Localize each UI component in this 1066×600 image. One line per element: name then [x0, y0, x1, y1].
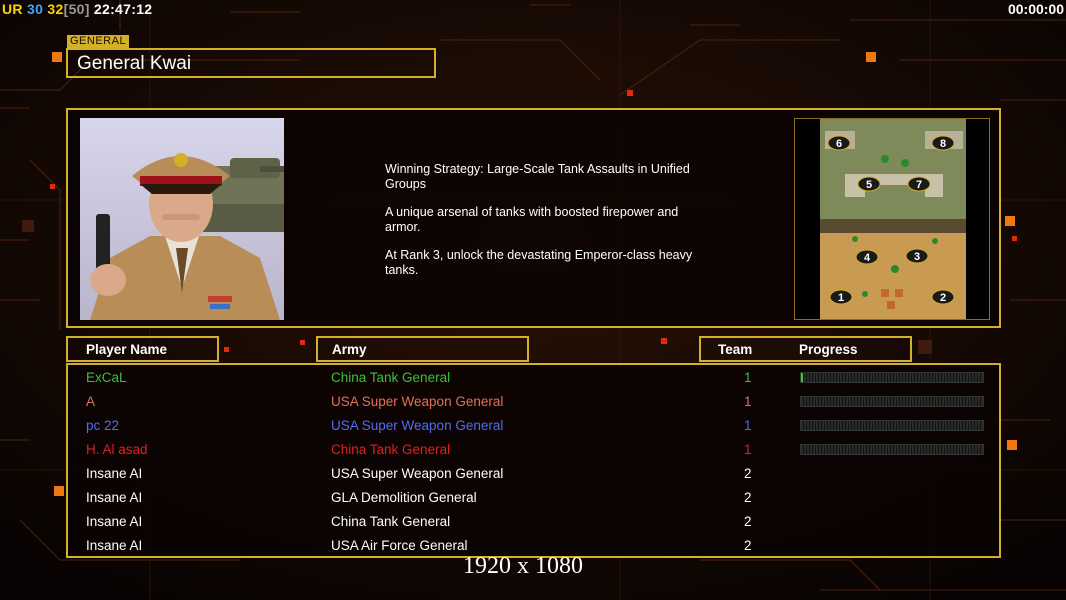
player-team: 1 [744, 442, 752, 457]
game-timer: 00:00:00 [1007, 1, 1064, 17]
player-army: USA Super Weapon General [331, 466, 504, 481]
general-portrait [80, 118, 284, 320]
fps-value: 30 [27, 1, 44, 17]
player-army: USA Air Force General [331, 538, 468, 553]
player-army: China Tank General [331, 370, 451, 385]
general-description: Winning Strategy: Large-Scale Tank Assau… [385, 162, 715, 291]
general-tag: GENERAL [67, 35, 130, 48]
header-player-name: Player Name [66, 336, 219, 362]
map-preview: 6 8 5 7 4 3 1 2 [794, 118, 990, 320]
player-name: pc 22 [86, 418, 120, 433]
progress-bar [800, 420, 984, 431]
progress-bar [800, 372, 984, 383]
player-name: Insane AI [86, 538, 143, 553]
player-army: China Tank General [331, 442, 451, 457]
description-rank: At Rank 3, unlock the devastating Empero… [385, 248, 693, 277]
clock: 22:47:12 [93, 1, 153, 17]
player-row: Insane AI USA Super Weapon General 2 [68, 464, 999, 488]
player-army: China Tank General [331, 514, 451, 529]
resolution-watermark: 1920 x 1080 [463, 553, 583, 579]
progress-fill [801, 373, 803, 382]
spawn-label: 2 [940, 292, 946, 304]
player-name: Insane AI [86, 514, 143, 529]
spawn-label: 7 [916, 179, 922, 191]
player-army: GLA Demolition General [331, 490, 477, 505]
player-name: Insane AI [86, 490, 143, 505]
player-row: pc 22 USA Super Weapon General 1 [68, 416, 999, 440]
player-team: 2 [744, 466, 752, 481]
player-army: USA Super Weapon General [331, 418, 504, 433]
fps-cap-max: [50] [63, 1, 90, 17]
player-row: H. Al asad China Tank General 1 [68, 440, 999, 464]
spawn-label: 3 [914, 251, 920, 263]
header-team: Team [718, 342, 753, 357]
player-row: ExCaL China Tank General 1 [68, 368, 999, 392]
progress-bar [800, 444, 984, 455]
description-arsenal: A unique arsenal of tanks with boosted f… [385, 205, 679, 234]
spawn-label: 5 [866, 179, 872, 191]
header-army: Army [316, 336, 529, 362]
ur-label: UR [2, 1, 23, 17]
player-roster: ExCaL China Tank General 1 A USA Super Weapo… [66, 363, 1001, 558]
spawn-label: 8 [940, 138, 946, 150]
player-row: Insane AI GLA Demolition General 2 [68, 488, 999, 512]
player-team: 2 [744, 538, 752, 553]
description-strategy: Winning Strategy: Large-Scale Tank Assau… [385, 162, 690, 191]
player-name: ExCaL [86, 370, 127, 385]
header-progress: Progress [799, 342, 858, 357]
performance-hud: UR 30 32[50] 22:47:12 [2, 1, 152, 17]
fps-cap-value: 32 [47, 1, 64, 17]
player-army: USA Super Weapon General [331, 394, 504, 409]
player-team: 2 [744, 490, 752, 505]
player-team: 2 [744, 514, 752, 529]
spawn-label: 6 [836, 138, 842, 150]
player-name: H. Al asad [86, 442, 148, 457]
header-team-progress: Team Progress [699, 336, 912, 362]
player-row: Insane AI China Tank General 2 [68, 512, 999, 536]
player-team: 1 [744, 418, 752, 433]
progress-bar [800, 396, 984, 407]
player-name: Insane AI [86, 466, 143, 481]
player-row: A USA Super Weapon General 1 [68, 392, 999, 416]
player-team: 1 [744, 370, 752, 385]
general-name: General Kwai [66, 48, 436, 78]
spawn-label: 4 [864, 252, 871, 264]
player-team: 1 [744, 394, 752, 409]
spawn-label: 1 [838, 292, 844, 304]
player-name: A [86, 394, 96, 409]
